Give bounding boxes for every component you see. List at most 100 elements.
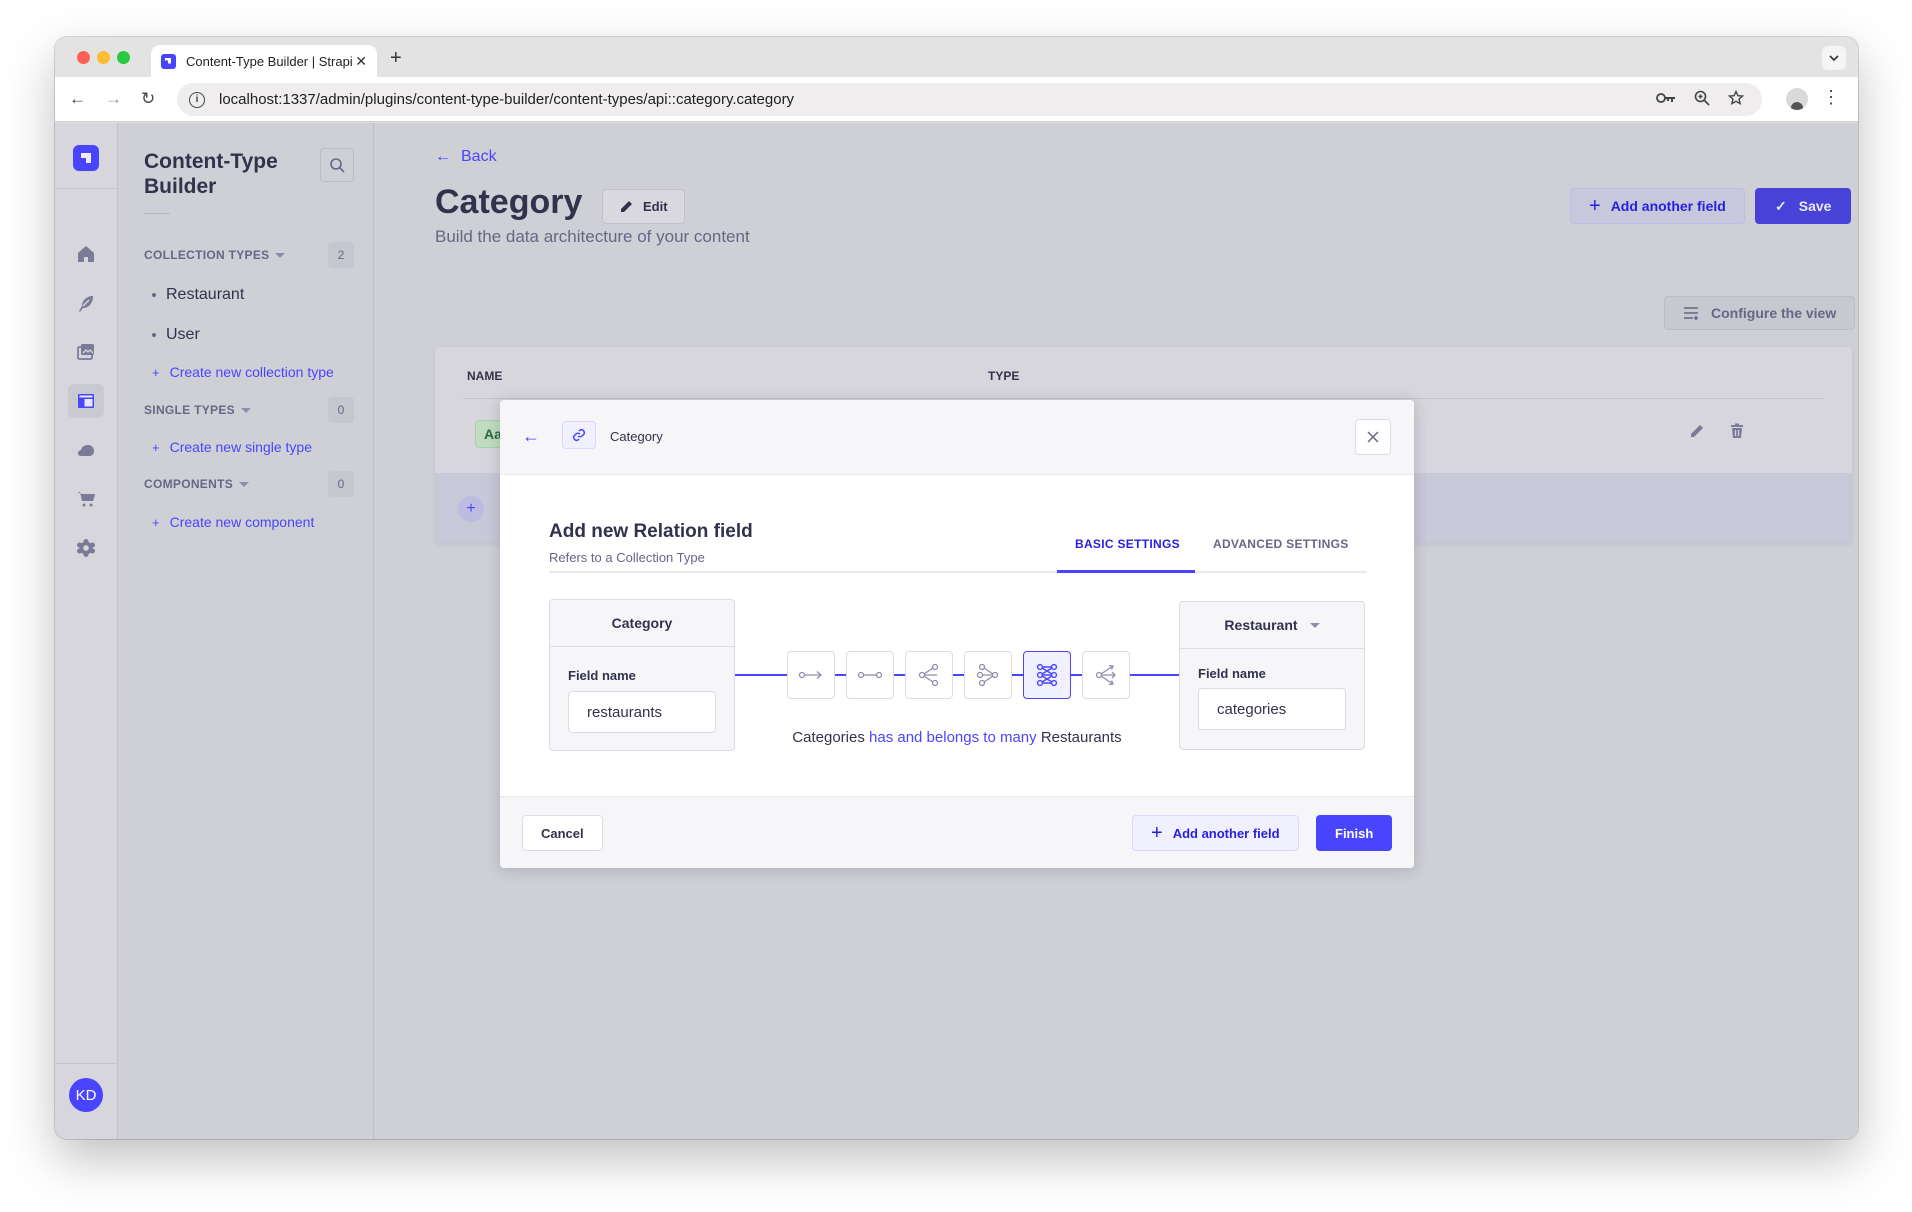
arrow-left-icon: ← xyxy=(435,148,451,165)
modal-add-another-field-button[interactable]: + Add another field xyxy=(1132,815,1299,851)
tab-basic-settings[interactable]: BASIC SETTINGS xyxy=(1075,537,1180,551)
collection-types-header[interactable]: COLLECTION TYPES xyxy=(144,248,286,262)
new-tab-button[interactable]: + xyxy=(390,47,402,70)
subnav-title: Content-Type Builder xyxy=(144,150,278,198)
target-field-label: Field name xyxy=(1198,666,1266,681)
strapi-logo[interactable] xyxy=(73,145,99,171)
configure-view-button[interactable]: Configure the view xyxy=(1664,296,1856,330)
components-header[interactable]: COMPONENTS xyxy=(144,477,250,491)
reload-button[interactable]: ↻ xyxy=(141,89,155,109)
subnav-item-label: User xyxy=(166,326,200,343)
browser-menu-icon[interactable]: ⋮ xyxy=(1822,87,1840,108)
tab-close-icon[interactable]: ✕ xyxy=(355,53,367,70)
tab-title: Content-Type Builder | Strapi xyxy=(186,53,353,69)
plus-circle-icon[interactable]: + xyxy=(458,496,484,522)
check-icon: ✓ xyxy=(1775,197,1787,214)
close-window-button[interactable] xyxy=(77,51,90,64)
home-icon xyxy=(78,246,94,262)
url-text[interactable]: localhost:1337/admin/plugins/content-typ… xyxy=(219,91,1656,108)
source-field-name-input[interactable] xyxy=(568,691,716,733)
edit-button[interactable]: Edit xyxy=(602,189,685,224)
relation-many-way-button[interactable] xyxy=(1082,651,1130,699)
table-header-divider xyxy=(463,398,1824,399)
one-to-one-icon xyxy=(857,671,883,679)
profile-icon[interactable] xyxy=(1786,88,1808,110)
rail-divider xyxy=(55,188,118,189)
rail-item-content-manager[interactable] xyxy=(68,286,104,320)
modal-close-button[interactable] xyxy=(1355,419,1391,455)
images-icon xyxy=(77,344,94,360)
rail-item-content-type-builder[interactable] xyxy=(68,384,104,418)
subnav-item-label: Restaurant xyxy=(166,286,245,303)
save-button[interactable]: ✓ Save xyxy=(1755,188,1852,224)
relation-one-to-one-button[interactable] xyxy=(846,651,894,699)
chevron-down-icon xyxy=(1829,55,1839,61)
main-nav-rail: KD xyxy=(55,123,118,1139)
back-link[interactable]: ← Back xyxy=(435,148,497,166)
maximize-window-button[interactable] xyxy=(117,51,130,64)
back-label: Back xyxy=(461,148,497,165)
add-another-field-button[interactable]: + Add another field xyxy=(1570,188,1745,224)
bullet-icon xyxy=(152,333,156,337)
zoom-icon[interactable] xyxy=(1694,90,1710,110)
address-bar[interactable]: i localhost:1337/admin/plugins/content-t… xyxy=(177,83,1762,116)
relation-many-to-many-button[interactable] xyxy=(1023,651,1071,699)
one-to-many-icon xyxy=(918,663,939,687)
relation-one-to-many-button[interactable] xyxy=(905,651,953,699)
pencil-icon xyxy=(621,200,632,212)
star-icon[interactable] xyxy=(1727,89,1745,110)
key-icon[interactable] xyxy=(1656,91,1676,108)
browser-tab[interactable]: Content-Type Builder | Strapi ✕ xyxy=(151,45,377,77)
rail-item-settings[interactable] xyxy=(68,531,104,565)
modal-header: ← Category xyxy=(500,400,1414,475)
column-header-name: NAME xyxy=(467,369,503,383)
back-nav-button[interactable]: ← xyxy=(69,89,86,109)
tab-search-button[interactable] xyxy=(1822,46,1846,70)
row-delete-button[interactable] xyxy=(1729,423,1745,444)
add-relation-modal: ← Category Add new Relation field Refers… xyxy=(500,400,1414,868)
site-info-icon[interactable]: i xyxy=(189,91,205,108)
target-entity-select[interactable]: Restaurant xyxy=(1180,602,1364,649)
tabs-divider xyxy=(549,571,1367,573)
create-single-type-link[interactable]: + Create new single type xyxy=(152,439,312,455)
forward-nav-button[interactable]: → xyxy=(105,89,122,109)
modal-subtitle: Refers to a Collection Type xyxy=(549,550,705,565)
cancel-button[interactable]: Cancel xyxy=(522,815,603,851)
section-label: SINGLE TYPES xyxy=(144,403,235,417)
create-collection-type-link[interactable]: + Create new collection type xyxy=(152,364,334,380)
relation-one-way-button[interactable] xyxy=(787,651,835,699)
close-icon xyxy=(1367,431,1379,443)
rail-item-media-library[interactable] xyxy=(68,335,104,369)
create-component-link[interactable]: + Create new component xyxy=(152,514,314,530)
layout-icon xyxy=(78,394,94,408)
add-field-label: Add another field xyxy=(1610,198,1726,214)
many-to-one-icon xyxy=(976,663,999,687)
rail-item-home[interactable] xyxy=(68,237,104,271)
rail-divider-bottom xyxy=(55,1063,118,1064)
subnav-item-restaurant[interactable]: Restaurant xyxy=(152,286,244,304)
subnav-item-user[interactable]: User xyxy=(152,326,200,344)
subnav-divider xyxy=(144,213,170,214)
subnav-search-button[interactable] xyxy=(320,148,354,182)
user-avatar[interactable]: KD xyxy=(69,1078,103,1112)
rail-item-marketplace[interactable] xyxy=(68,482,104,516)
minimize-window-button[interactable] xyxy=(97,51,110,64)
finish-button[interactable]: Finish xyxy=(1316,815,1393,851)
plus-icon: + xyxy=(1151,821,1163,844)
row-edit-button[interactable] xyxy=(1689,423,1705,444)
components-count: 0 xyxy=(328,471,354,497)
tab-advanced-settings[interactable]: ADVANCED SETTINGS xyxy=(1213,537,1349,551)
relation-description: Categories has and belongs to many Resta… xyxy=(500,729,1414,746)
configure-label: Configure the view xyxy=(1711,305,1837,321)
active-tab-indicator xyxy=(1057,570,1195,573)
modal-back-button[interactable]: ← xyxy=(522,426,540,447)
relation-target-box: Restaurant Field name xyxy=(1179,601,1365,750)
list-settings-icon xyxy=(1684,307,1698,320)
relation-verb: has and belongs to many xyxy=(869,729,1037,746)
relation-many-to-one-button[interactable] xyxy=(964,651,1012,699)
tab-strip: Content-Type Builder | Strapi ✕ + xyxy=(55,37,1858,77)
single-types-header[interactable]: SINGLE TYPES xyxy=(144,403,251,417)
rail-item-cloud[interactable] xyxy=(68,433,104,467)
caret-down-icon xyxy=(239,481,250,487)
target-field-name-input[interactable] xyxy=(1198,688,1346,730)
